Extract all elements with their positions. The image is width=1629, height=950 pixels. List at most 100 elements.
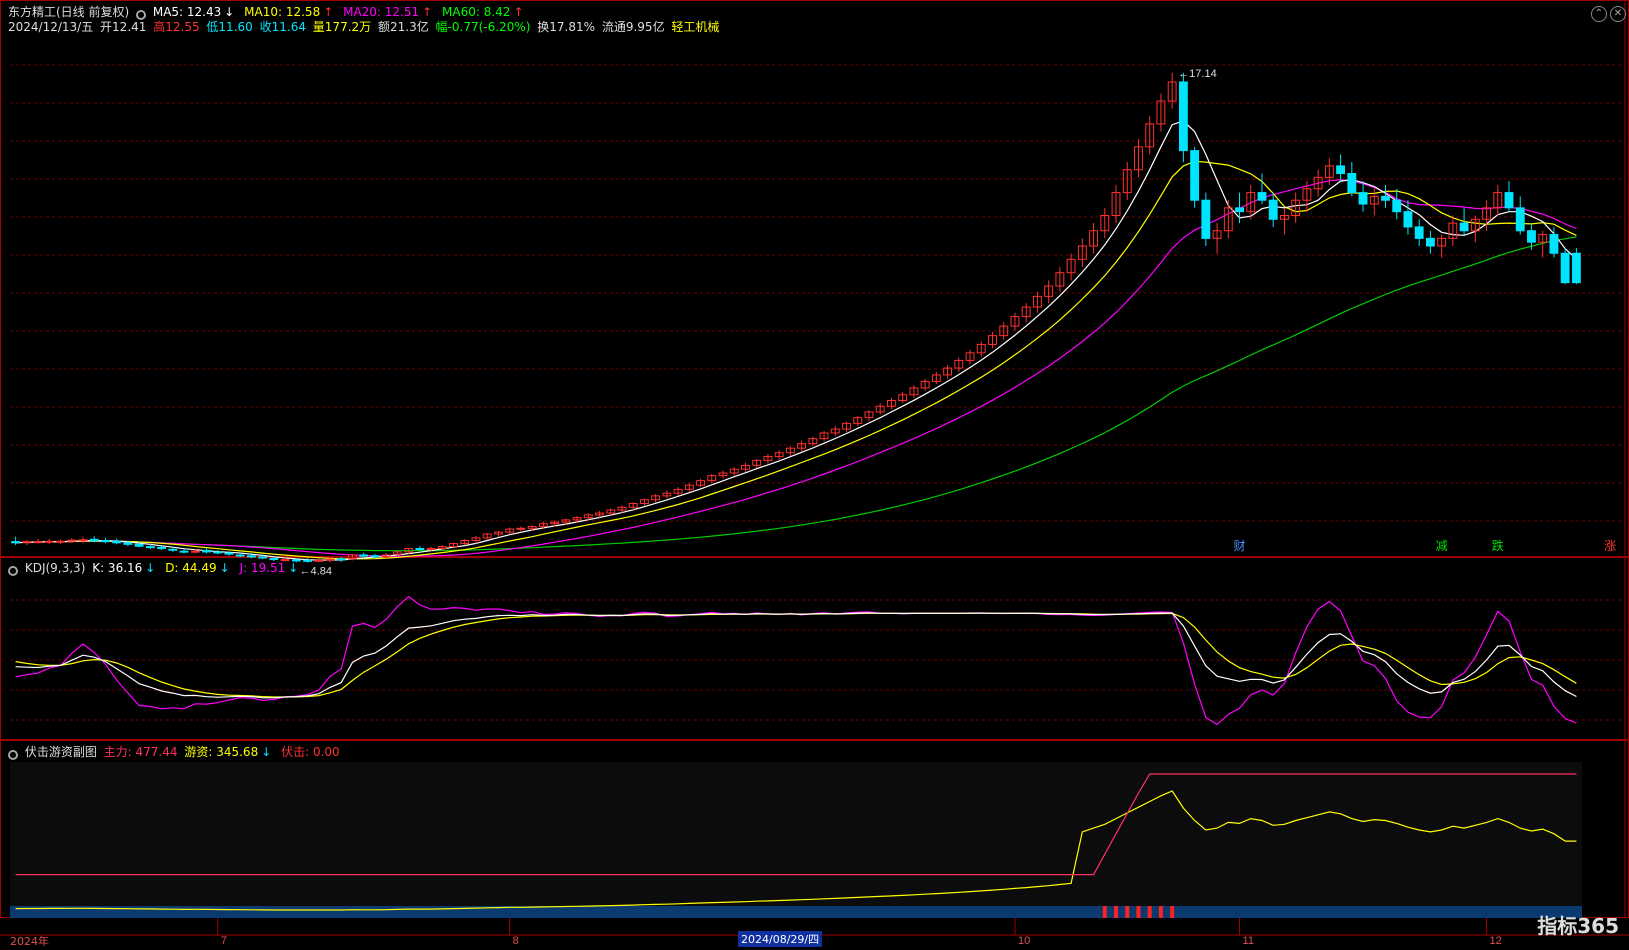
candle-body: [78, 539, 88, 542]
ambush-bar: [1170, 906, 1175, 918]
candle-body: [44, 540, 54, 543]
candle-body: [426, 548, 436, 551]
month-label: 12: [1490, 935, 1502, 947]
candle-body: [168, 548, 178, 551]
min-price-label: ←4.84: [300, 566, 332, 578]
info-change: 幅-0.77(-6.20%): [435, 20, 531, 34]
brand-logo: 指标365: [1537, 914, 1619, 938]
info-high: 高12.55: [153, 20, 200, 34]
stock-title[interactable]: 东方精工(日线 前复权): [8, 5, 129, 19]
candle-body: [1381, 195, 1390, 201]
candle-body: [415, 548, 425, 551]
ambush-bar: [1102, 906, 1107, 918]
sub-hot-money: 游资: 345.68 ↓: [184, 745, 272, 759]
kdj-d: D: 44.49 ↓: [165, 561, 230, 575]
signal-mark: 财: [1234, 539, 1246, 553]
candle-body: [89, 538, 99, 542]
candle-body: [11, 541, 21, 544]
kdj-settings-icon[interactable]: ●: [8, 566, 18, 576]
candle-body: [370, 555, 380, 558]
candle-body: [157, 546, 167, 550]
candle-body: [1358, 192, 1368, 205]
candle-body: [359, 554, 369, 557]
info-low: 低11.60: [206, 20, 253, 34]
candle-body: [67, 539, 77, 542]
candle-body: [134, 543, 144, 547]
candle-body: [179, 550, 189, 553]
settings-circle-icon[interactable]: ●: [136, 10, 147, 20]
candle-body: [1414, 226, 1424, 239]
candle-body: [336, 558, 346, 561]
candle-body: [1392, 199, 1402, 213]
candle-body: [145, 546, 155, 549]
candle-body: [123, 542, 133, 545]
candle-body: [202, 549, 211, 553]
info-amount: 额21.3亿: [377, 20, 429, 34]
candle-body: [1257, 192, 1267, 201]
candle-body: [101, 540, 110, 543]
main-header-line2: 2024/12/13/五 开12.41 高12.55 低11.60 收11.64…: [8, 20, 722, 34]
candle-body: [314, 559, 324, 562]
candle-body: [213, 551, 223, 554]
info-open: 开12.41: [100, 20, 147, 34]
info-close: 收11.64: [259, 20, 306, 34]
ma20-label: MA20: 12.51 ↑: [343, 5, 433, 19]
info-volume: 量177.2万: [312, 20, 372, 34]
candle-body: [1425, 237, 1435, 247]
collapse-icon[interactable]: ⌃: [1591, 6, 1607, 22]
ma60-label: MA60: 8.42 ↑: [442, 5, 524, 19]
candle-body: [1201, 199, 1211, 239]
info-sector[interactable]: 轻工机械: [671, 20, 719, 34]
candle-body: [1515, 207, 1525, 232]
candle-body: [1403, 211, 1413, 228]
main-header-line1: 东方精工(日线 前复权) ● MA5: 12.43 ↓ MA10: 12.58 ↑ …: [8, 5, 530, 20]
candle-body: [1504, 192, 1514, 209]
candle-body: [325, 558, 335, 561]
kdj-name[interactable]: KDJ(9,3,3): [25, 561, 86, 575]
candle-body: [246, 555, 256, 558]
signal-mark: 涨: [1604, 538, 1616, 553]
sub-ambush: 伏击: 0.00: [281, 745, 340, 759]
candle-body: [1560, 252, 1570, 284]
candle-body: [258, 556, 268, 559]
info-turnover: 换17.81%: [537, 20, 596, 34]
sub-settings-icon[interactable]: ●: [8, 750, 18, 760]
candle-body: [1190, 150, 1200, 201]
kdj-j: J: 19.51 ↓: [239, 561, 299, 575]
sub-header: ● 伏击游资副图 主力: 477.44 游资: 345.68 ↓ 伏击: 0.00: [8, 745, 343, 760]
candle-body: [56, 540, 65, 543]
candle-body: [1527, 230, 1536, 243]
sub-main-force: 主力: 477.44: [103, 745, 178, 759]
candle-body: [1235, 207, 1244, 213]
close-icon[interactable]: ✕: [1610, 6, 1626, 22]
month-label: 11: [1243, 935, 1254, 947]
x-cursor-date: 2024/08/29/四: [738, 931, 823, 947]
kdj-k: K: 36.16 ↓: [92, 561, 156, 575]
sub-base-bar: [10, 906, 1582, 918]
candle-body: [303, 559, 312, 562]
ambush-bar: [1136, 906, 1141, 918]
candle-body: [1459, 222, 1469, 232]
candle-body: [516, 527, 526, 530]
month-label: 7: [221, 935, 227, 947]
info-float: 流通9.95亿: [601, 20, 665, 34]
candle-body: [269, 557, 279, 561]
ma5-label: MA5: 12.43 ↓: [152, 5, 235, 19]
candle-body: [1549, 234, 1559, 254]
signal-mark: 跌: [1492, 538, 1504, 553]
ambush-bar: [1147, 906, 1152, 918]
ambush-bar: [1114, 906, 1119, 918]
kdj-header: ● KDJ(9,3,3) K: 36.16 ↓ D: 44.49 ↓ J: 19.5…: [8, 561, 304, 576]
signal-mark: 减: [1436, 539, 1448, 553]
sub-name[interactable]: 伏击游资副图: [25, 745, 97, 759]
candle-body: [190, 550, 200, 553]
ambush-bar: [1158, 906, 1163, 918]
stock-chart-canvas[interactable]: 7 8 10 11 12 ←17.14 ←4.84 财 减 跌 涨: [0, 0, 1629, 950]
candle-body: [224, 552, 234, 555]
ma10-label: MA10: 12.58 ↑: [244, 5, 334, 19]
candle-body: [1347, 173, 1357, 194]
candle-body: [235, 554, 245, 557]
x-year-label: 2024年: [10, 935, 49, 948]
info-date: 2024/12/13/五: [8, 20, 94, 34]
candle-body: [33, 541, 43, 544]
